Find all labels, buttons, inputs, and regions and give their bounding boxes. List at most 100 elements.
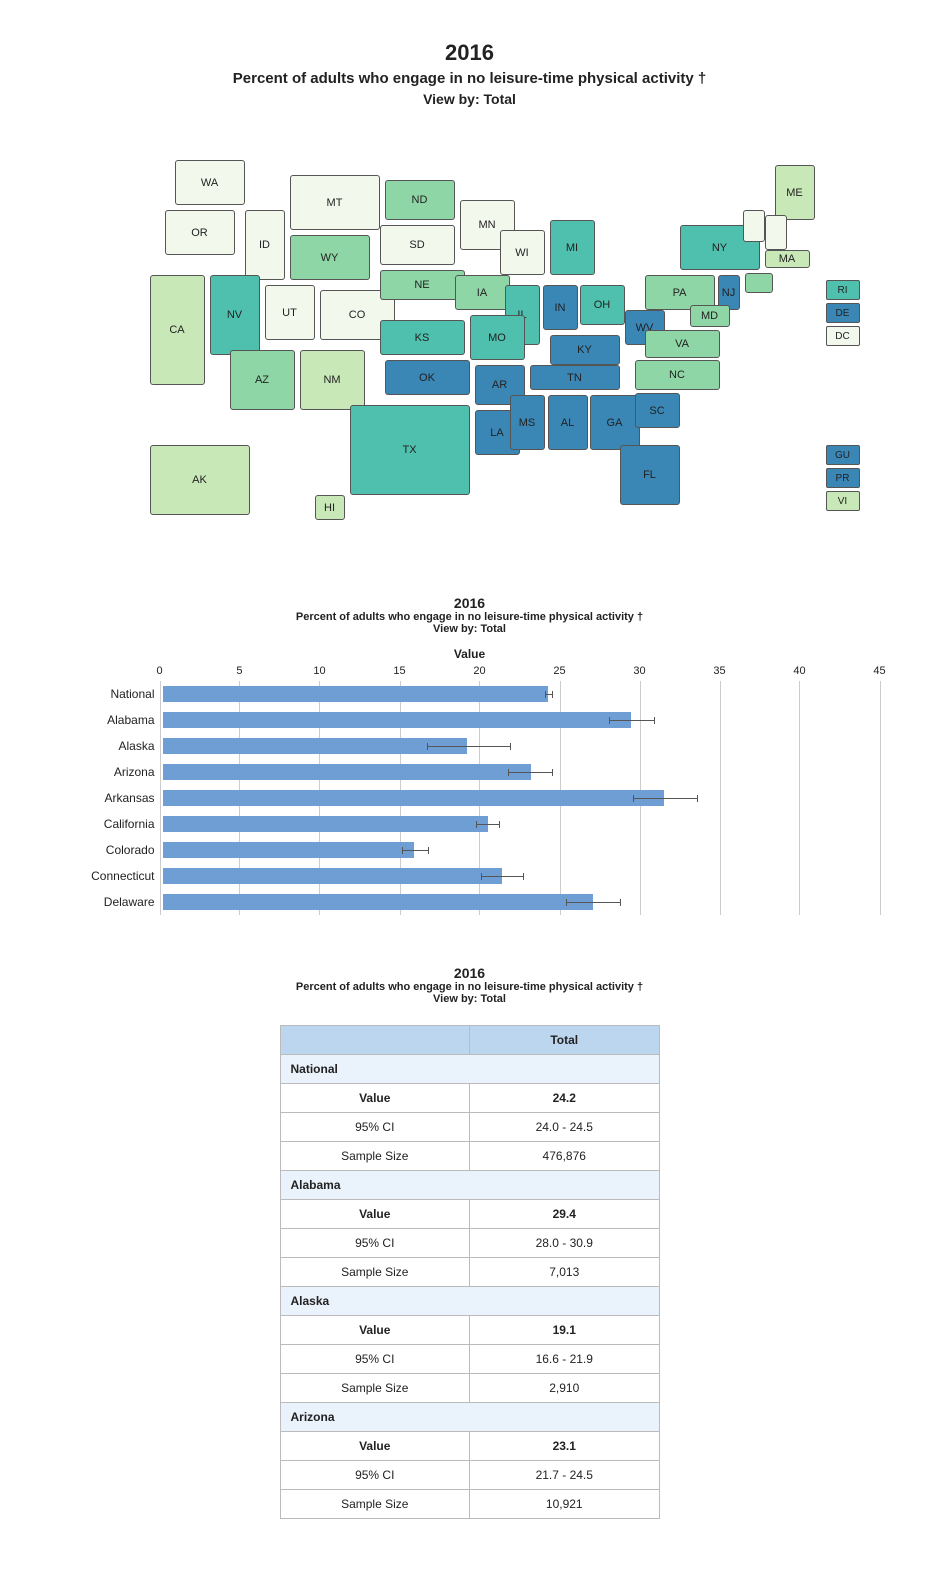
map-side-boxes-bottom: GU PR VI (826, 445, 860, 511)
state-CA[interactable]: CA (150, 275, 205, 385)
table-metric-value: 21.7 - 24.5 (470, 1461, 660, 1490)
state-TX[interactable]: TX (350, 405, 470, 495)
bar-track (163, 685, 880, 703)
state-SD[interactable]: SD (380, 225, 455, 265)
state-DC[interactable]: DC (826, 326, 860, 346)
bar-category-label: Alaska (50, 739, 163, 753)
bar-errorbar (609, 720, 655, 721)
table-year: 2016 (0, 965, 939, 981)
state-MD[interactable]: MD (690, 305, 730, 327)
state-IN[interactable]: IN (543, 285, 578, 330)
state-FL[interactable]: FL (620, 445, 680, 505)
state-MI[interactable]: MI (550, 220, 595, 275)
table-metric-label: Sample Size (280, 1374, 470, 1403)
table-metric-value: 24.2 (470, 1084, 660, 1113)
bar-fill[interactable] (163, 712, 631, 728)
state-HI[interactable]: HI (315, 495, 345, 520)
state-ME[interactable]: ME (775, 165, 815, 220)
state-DE[interactable]: DE (826, 303, 860, 323)
bar-category-label: Alabama (50, 713, 163, 727)
state-SC[interactable]: SC (635, 393, 680, 428)
state-MO[interactable]: MO (470, 315, 525, 360)
state-AK[interactable]: AK (150, 445, 250, 515)
state-KY[interactable]: KY (550, 335, 620, 365)
state-NH[interactable] (765, 215, 787, 250)
state-RI[interactable]: RI (826, 280, 860, 300)
state-UT[interactable]: UT (265, 285, 315, 340)
state-OK[interactable]: OK (385, 360, 470, 395)
bar-row: Delaware (50, 889, 890, 915)
table-metric-value: 16.6 - 21.9 (470, 1345, 660, 1374)
table-metric-value: 10,921 (470, 1490, 660, 1519)
bar-fill[interactable] (163, 842, 415, 858)
bar-fill[interactable] (163, 894, 593, 910)
bar-category-label: Arkansas (50, 791, 163, 805)
state-VA[interactable]: VA (645, 330, 720, 358)
bar-fill[interactable] (163, 764, 531, 780)
table-metric-value: 24.0 - 24.5 (470, 1113, 660, 1142)
table-metric-value: 476,876 (470, 1142, 660, 1171)
bar-category-label: Colorado (50, 843, 163, 857)
bar-track (163, 763, 880, 781)
state-MA[interactable]: MA (765, 250, 810, 268)
table-group-name: Arizona (280, 1403, 659, 1432)
table-metric-label: Value (280, 1316, 470, 1345)
bar-fill[interactable] (163, 790, 665, 806)
bar-category-label: National (50, 687, 163, 701)
state-NE[interactable]: NE (380, 270, 465, 300)
state-WI[interactable]: WI (500, 230, 545, 275)
table-row: Value24.2 (280, 1084, 659, 1113)
bar-track (163, 711, 880, 729)
bar-chart-xlabel: Value (50, 647, 890, 661)
table-metric-value: 23.1 (470, 1432, 660, 1461)
table-row: 95% CI21.7 - 24.5 (280, 1461, 659, 1490)
table-metric-value: 29.4 (470, 1200, 660, 1229)
state-IA[interactable]: IA (455, 275, 510, 310)
table-metric-value: 2,910 (470, 1374, 660, 1403)
state-KS[interactable]: KS (380, 320, 465, 355)
bar-chart-viewby: View by: Total (50, 623, 890, 635)
table-row: Value23.1 (280, 1432, 659, 1461)
table-col-total: Total (470, 1026, 660, 1055)
state-NM[interactable]: NM (300, 350, 365, 410)
bar-chart: 051015202530354045 NationalAlabamaAlaska… (50, 663, 890, 915)
table-row: Sample Size476,876 (280, 1142, 659, 1171)
state-OR[interactable]: OR (165, 210, 235, 255)
state-VI[interactable]: VI (826, 491, 860, 511)
bar-chart-rows: NationalAlabamaAlaskaArizonaArkansasCali… (50, 663, 890, 915)
bar-row: Connecticut (50, 863, 890, 889)
bar-track (163, 893, 880, 911)
bar-errorbar (402, 850, 429, 851)
state-OH[interactable]: OH (580, 285, 625, 325)
state-GU[interactable]: GU (826, 445, 860, 465)
state-CT[interactable] (745, 273, 773, 293)
table-metric-label: Sample Size (280, 1258, 470, 1287)
state-MT[interactable]: MT (290, 175, 380, 230)
table-group-name: Alaska (280, 1287, 659, 1316)
state-MS[interactable]: MS (510, 395, 545, 450)
bar-fill[interactable] (163, 868, 502, 884)
bar-fill[interactable] (163, 738, 467, 754)
bar-fill[interactable] (163, 816, 488, 832)
state-TN[interactable]: TN (530, 365, 620, 390)
state-NC[interactable]: NC (635, 360, 720, 390)
table-row: 95% CI24.0 - 24.5 (280, 1113, 659, 1142)
state-AL[interactable]: AL (548, 395, 588, 450)
state-GA[interactable]: GA (590, 395, 640, 450)
state-ND[interactable]: ND (385, 180, 455, 220)
table-row: Sample Size10,921 (280, 1490, 659, 1519)
bar-fill[interactable] (163, 686, 549, 702)
state-AZ[interactable]: AZ (230, 350, 295, 410)
us-map: RIDEDC GUPRVI WAMTNDMNMEORIDWYSDWIMINYMA… (80, 125, 860, 545)
state-PR[interactable]: PR (826, 468, 860, 488)
table-metric-label: Value (280, 1200, 470, 1229)
table-metric-label: 95% CI (280, 1229, 470, 1258)
table-group-row: Alaska (280, 1287, 659, 1316)
state-WY[interactable]: WY (290, 235, 370, 280)
state-ID[interactable]: ID (245, 210, 285, 280)
state-VT[interactable] (743, 210, 765, 242)
state-WA[interactable]: WA (175, 160, 245, 205)
bar-row: Alaska (50, 733, 890, 759)
state-NV[interactable]: NV (210, 275, 260, 355)
bar-row: National (50, 681, 890, 707)
